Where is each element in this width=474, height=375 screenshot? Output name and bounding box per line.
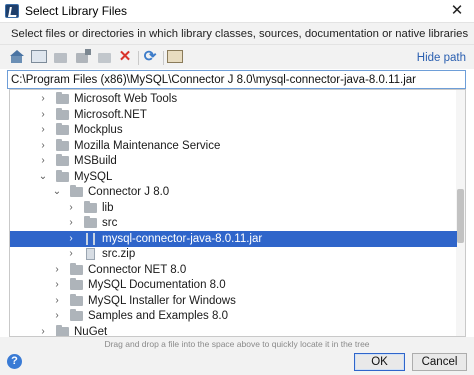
home-icon[interactable] xyxy=(9,49,25,65)
intellij-app-icon xyxy=(5,4,19,18)
expand-arrow-right-icon[interactable]: › xyxy=(38,93,48,105)
expand-arrow-right-icon[interactable]: › xyxy=(38,326,48,337)
file-tree[interactable]: › Microsoft Web Tools › Microsoft.NET › Mockp… xyxy=(9,89,466,337)
tree-row[interactable]: › MSBuild xyxy=(10,153,457,169)
help-icon[interactable]: ? xyxy=(7,354,22,369)
tree-item-label: Microsoft.NET xyxy=(74,108,147,121)
tree-row[interactable]: › MySQL Documentation 8.0 xyxy=(10,277,457,293)
project-folder-icon[interactable] xyxy=(53,49,69,65)
tree-row[interactable]: ⌄ MySQL xyxy=(10,169,457,185)
tree-item-label: Mozilla Maintenance Service xyxy=(74,139,221,152)
path-input[interactable] xyxy=(7,70,466,89)
zip-icon xyxy=(86,248,95,260)
tree-row[interactable]: › Microsoft Web Tools xyxy=(10,91,457,107)
tree-item-label: mysql-connector-java-8.0.11.jar xyxy=(102,232,263,245)
tree-item-label: MySQL xyxy=(74,170,113,183)
dialog-footer: Drag and drop a file into the space abov… xyxy=(0,337,474,375)
drag-drop-hint: Drag and drop a file into the space abov… xyxy=(104,339,370,349)
delete-icon[interactable]: ✕ xyxy=(117,49,133,65)
folder-icon xyxy=(56,154,69,166)
tree-item-label: MySQL Documentation 8.0 xyxy=(88,279,226,291)
tree-item-label: src.zip xyxy=(102,248,136,260)
folder-icon xyxy=(56,123,69,135)
tree-item-label: MySQL Installer for Windows xyxy=(88,294,236,307)
tree-row[interactable]: › NuGet xyxy=(10,324,457,337)
folder-icon xyxy=(70,309,83,321)
tree-row[interactable]: › Connector NET 8.0 xyxy=(10,262,457,278)
expand-arrow-right-icon[interactable]: › xyxy=(38,124,48,136)
jar-icon xyxy=(86,232,95,245)
toolbar-separator xyxy=(138,51,139,65)
tree-item-label: Connector J 8.0 xyxy=(88,186,170,198)
folder-icon xyxy=(70,185,83,197)
expand-arrow-right-icon[interactable]: › xyxy=(66,202,76,214)
tree-item-label: MSBuild xyxy=(74,155,117,167)
close-icon[interactable]: ✕ xyxy=(448,2,466,20)
folder-icon xyxy=(56,92,69,104)
folder-icon xyxy=(56,107,69,120)
expand-arrow-right-icon[interactable]: › xyxy=(38,140,48,152)
folder-icon xyxy=(70,262,83,275)
folder-icon xyxy=(84,200,97,213)
tree-item-label: Microsoft Web Tools xyxy=(74,93,178,105)
desktop-icon[interactable] xyxy=(31,50,47,63)
window-title: Select Library Files xyxy=(25,4,128,18)
expand-arrow-right-icon[interactable]: › xyxy=(52,264,62,276)
expand-arrow-right-icon[interactable]: › xyxy=(38,109,48,121)
folder-icon xyxy=(70,293,83,306)
tree-item-label: Mockplus xyxy=(74,124,123,136)
expand-arrow-right-icon[interactable]: › xyxy=(38,155,48,167)
new-folder-icon[interactable] xyxy=(97,49,113,65)
expand-arrow-right-icon[interactable]: › xyxy=(66,217,76,229)
tree-item-label: Samples and Examples 8.0 xyxy=(88,310,228,322)
tree-row[interactable]: › src.zip xyxy=(10,246,457,262)
tree-item-label: lib xyxy=(102,201,114,214)
expand-arrow-right-icon[interactable]: › xyxy=(52,279,62,291)
refresh-icon[interactable]: ⟳ xyxy=(142,49,158,65)
tree-item-label: src xyxy=(102,217,118,229)
folder-icon xyxy=(56,324,69,336)
ok-button[interactable]: OK xyxy=(354,353,405,371)
module-folder-icon[interactable] xyxy=(75,49,91,65)
expand-arrow-right-icon[interactable]: › xyxy=(52,310,62,322)
folder-icon xyxy=(70,278,83,290)
tree-item-label: NuGet xyxy=(74,325,108,337)
tree-item-label: Connector NET 8.0 xyxy=(88,263,187,276)
expand-arrow-right-icon[interactable]: › xyxy=(66,233,76,245)
dialog-description: Select files or directories in which lib… xyxy=(0,22,474,62)
show-path-icon[interactable] xyxy=(167,50,183,63)
toolbar-separator xyxy=(163,51,164,65)
folder-icon xyxy=(84,216,97,228)
title-bar: Select Library Files ✕ xyxy=(0,0,474,22)
expand-arrow-right-icon[interactable]: › xyxy=(52,295,62,307)
expand-arrow-down-icon[interactable]: ⌄ xyxy=(38,171,48,183)
tree-row[interactable]: › Mozilla Maintenance Service xyxy=(10,138,457,154)
tree-row[interactable]: › mysql-connector-java-8.0.11.jar xyxy=(10,230,457,247)
toolbar: ✕ ⟳ xyxy=(0,45,474,69)
scrollbar-thumb[interactable] xyxy=(457,189,464,243)
cancel-button[interactable]: Cancel xyxy=(412,353,467,371)
expand-arrow-right-icon[interactable]: › xyxy=(66,248,76,260)
tree-row[interactable]: › lib xyxy=(10,200,457,216)
tree-row[interactable]: › Samples and Examples 8.0 xyxy=(10,308,457,324)
tree-row[interactable]: › MySQL Installer for Windows xyxy=(10,293,457,309)
tree-row[interactable]: › Microsoft.NET xyxy=(10,107,457,123)
folder-icon xyxy=(56,138,69,151)
hide-path-link[interactable]: Hide path xyxy=(417,52,466,64)
tree-row[interactable]: › Mockplus xyxy=(10,122,457,138)
expand-arrow-down-icon[interactable]: ⌄ xyxy=(52,186,62,198)
tree-row[interactable]: ⌄ Connector J 8.0 xyxy=(10,184,457,200)
folder-icon xyxy=(56,169,69,182)
tree-row[interactable]: › src xyxy=(10,215,457,231)
